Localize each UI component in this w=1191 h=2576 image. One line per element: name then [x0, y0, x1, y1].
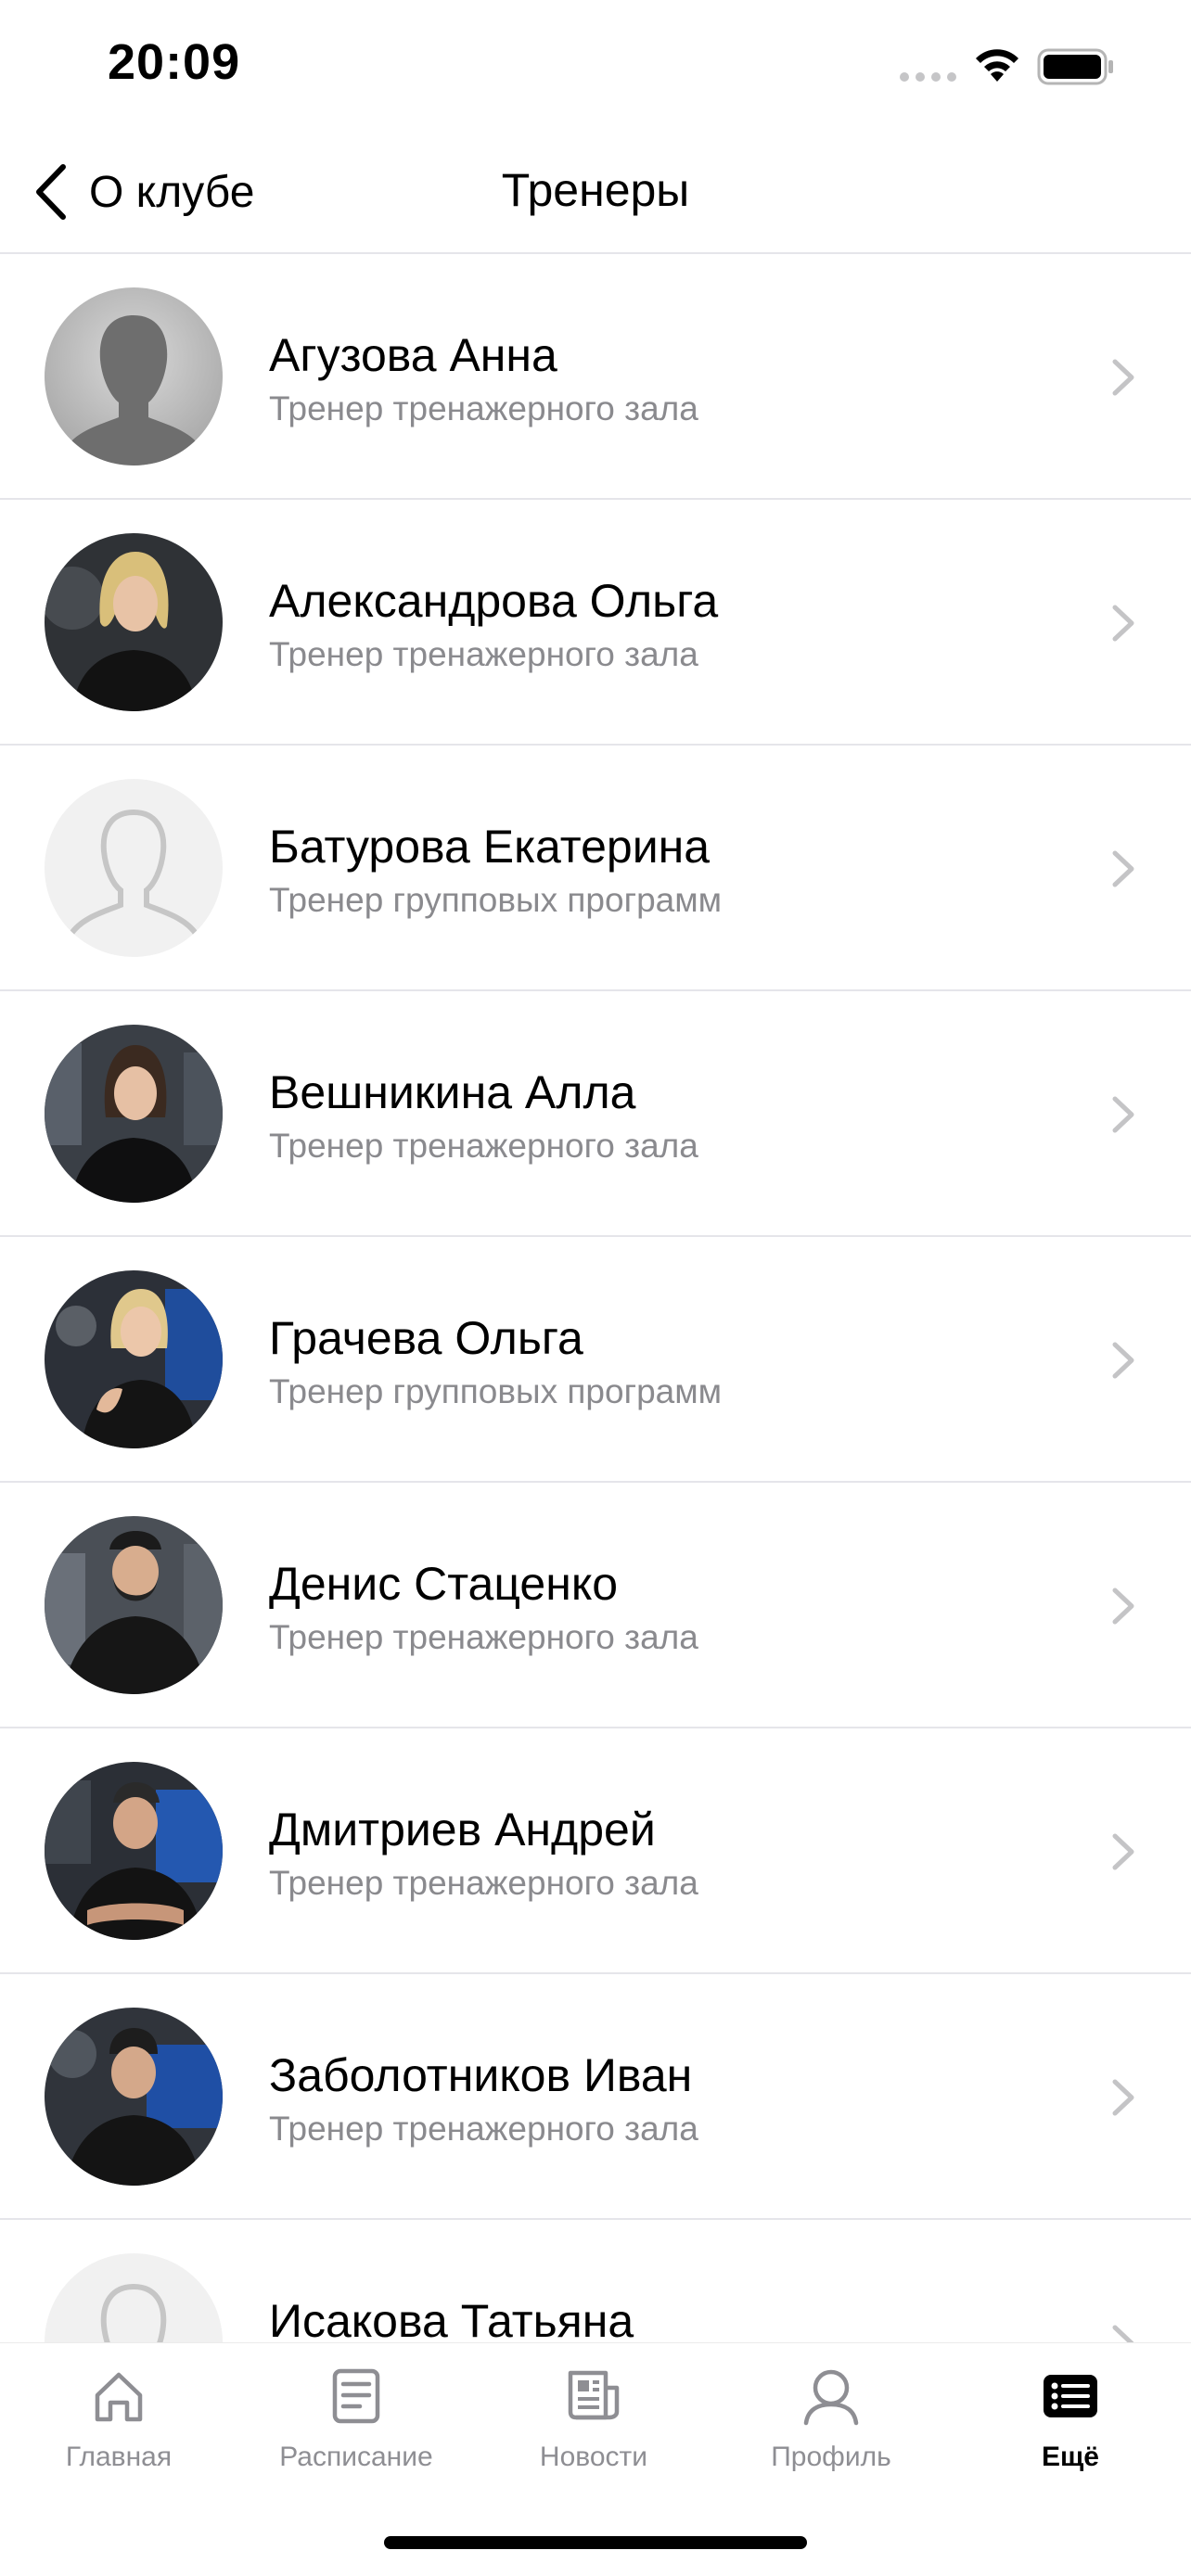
tab-schedule[interactable]: Расписание [254, 2364, 458, 2484]
home-icon [95, 2372, 143, 2422]
status-time: 20:09 [108, 34, 241, 90]
profile-icon [803, 2369, 859, 2426]
status-bar: 20:09 [0, 0, 1191, 139]
chevron-right-icon [1112, 605, 1134, 642]
avatar [45, 1270, 223, 1448]
cellular-signal-icon [900, 72, 956, 82]
trainer-name: Агузова Анна [269, 329, 557, 381]
more-icon [1044, 2375, 1097, 2417]
trainers-list: Агузова Анна Тренер тренажерного зала Ал… [0, 254, 1191, 2342]
avatar [45, 779, 223, 957]
trainer-name: Дмитриев Андрей [269, 1804, 656, 1855]
tab-label: Ещё [1041, 2442, 1099, 2472]
trainer-row[interactable]: Агузова Анна Тренер тренажерного зала [0, 254, 1191, 500]
tab-label: Профиль [771, 2442, 891, 2472]
chevron-right-icon [1112, 850, 1134, 887]
trainer-role: Тренер групповых программ [269, 1372, 723, 1410]
wifi-icon [976, 49, 1018, 82]
trainer-row[interactable]: Исакова Татьяна [0, 2220, 1191, 2342]
tab-label: Новости [539, 2442, 648, 2472]
trainer-row[interactable]: Денис Стаценко Тренер тренажерного зала [0, 1483, 1191, 1728]
tab-more[interactable]: Ещё [968, 2364, 1172, 2484]
tab-home[interactable]: Главная [17, 2364, 221, 2484]
trainer-name: Исакова Татьяна [269, 2295, 634, 2342]
navigation-bar: О клубе Тренеры [0, 139, 1191, 254]
trainer-role: Тренер групповых программ [269, 881, 723, 919]
chevron-right-icon [1112, 1342, 1134, 1379]
avatar [45, 1516, 223, 1694]
avatar [45, 1762, 223, 1940]
tab-label: Расписание [279, 2442, 433, 2472]
trainer-role: Тренер тренажерного зала [269, 389, 698, 427]
home-indicator [384, 2536, 807, 2549]
trainers-screen: 20:09 О клубе Тренеры Агузова Анна Трене… [0, 0, 1191, 2576]
chevron-right-icon [1112, 1833, 1134, 1870]
trainer-name: Грачева Ольга [269, 1312, 583, 1364]
page-title: Тренеры [501, 164, 690, 216]
trainer-role: Тренер тренажерного зала [269, 635, 698, 673]
trainer-name: Вешникина Алла [269, 1066, 636, 1118]
chevron-right-icon [1112, 359, 1134, 396]
tab-profile[interactable]: Профиль [729, 2364, 933, 2484]
avatar [45, 533, 223, 711]
trainer-role: Тренер тренажерного зала [269, 1127, 698, 1165]
chevron-right-icon [1112, 1096, 1134, 1133]
trainer-name: Заболотников Иван [269, 2049, 693, 2101]
trainer-name: Батурова Екатерина [269, 821, 711, 873]
avatar [45, 287, 223, 465]
news-icon [568, 2370, 620, 2420]
trainer-name: Денис Стаценко [269, 1558, 619, 1610]
battery-icon [1037, 48, 1113, 85]
trainer-role: Тренер тренажерного зала [269, 1618, 698, 1656]
tab-news[interactable]: Новости [492, 2364, 696, 2484]
chevron-right-icon [1112, 2325, 1134, 2342]
tab-label: Главная [65, 2442, 173, 2472]
trainer-row[interactable]: Дмитриев Андрей Тренер тренажерного зала [0, 1728, 1191, 1974]
trainer-row[interactable]: Грачева Ольга Тренер групповых программ [0, 1237, 1191, 1483]
schedule-icon [332, 2368, 380, 2424]
trainer-name: Александрова Ольга [269, 575, 719, 627]
trainer-row[interactable]: Александрова Ольга Тренер тренажерного з… [0, 500, 1191, 746]
trainer-row[interactable]: Батурова Екатерина Тренер групповых прог… [0, 746, 1191, 991]
trainer-role: Тренер тренажерного зала [269, 1864, 698, 1902]
chevron-right-icon [1112, 1588, 1134, 1625]
avatar [45, 2008, 223, 2186]
trainer-role: Тренер тренажерного зала [269, 2110, 698, 2148]
trainer-row[interactable]: Вешникина Алла Тренер тренажерного зала [0, 991, 1191, 1237]
trainer-row[interactable]: Заболотников Иван Тренер тренажерного за… [0, 1974, 1191, 2220]
avatar [45, 2253, 223, 2342]
chevron-right-icon [1112, 2079, 1134, 2116]
avatar [45, 1025, 223, 1203]
